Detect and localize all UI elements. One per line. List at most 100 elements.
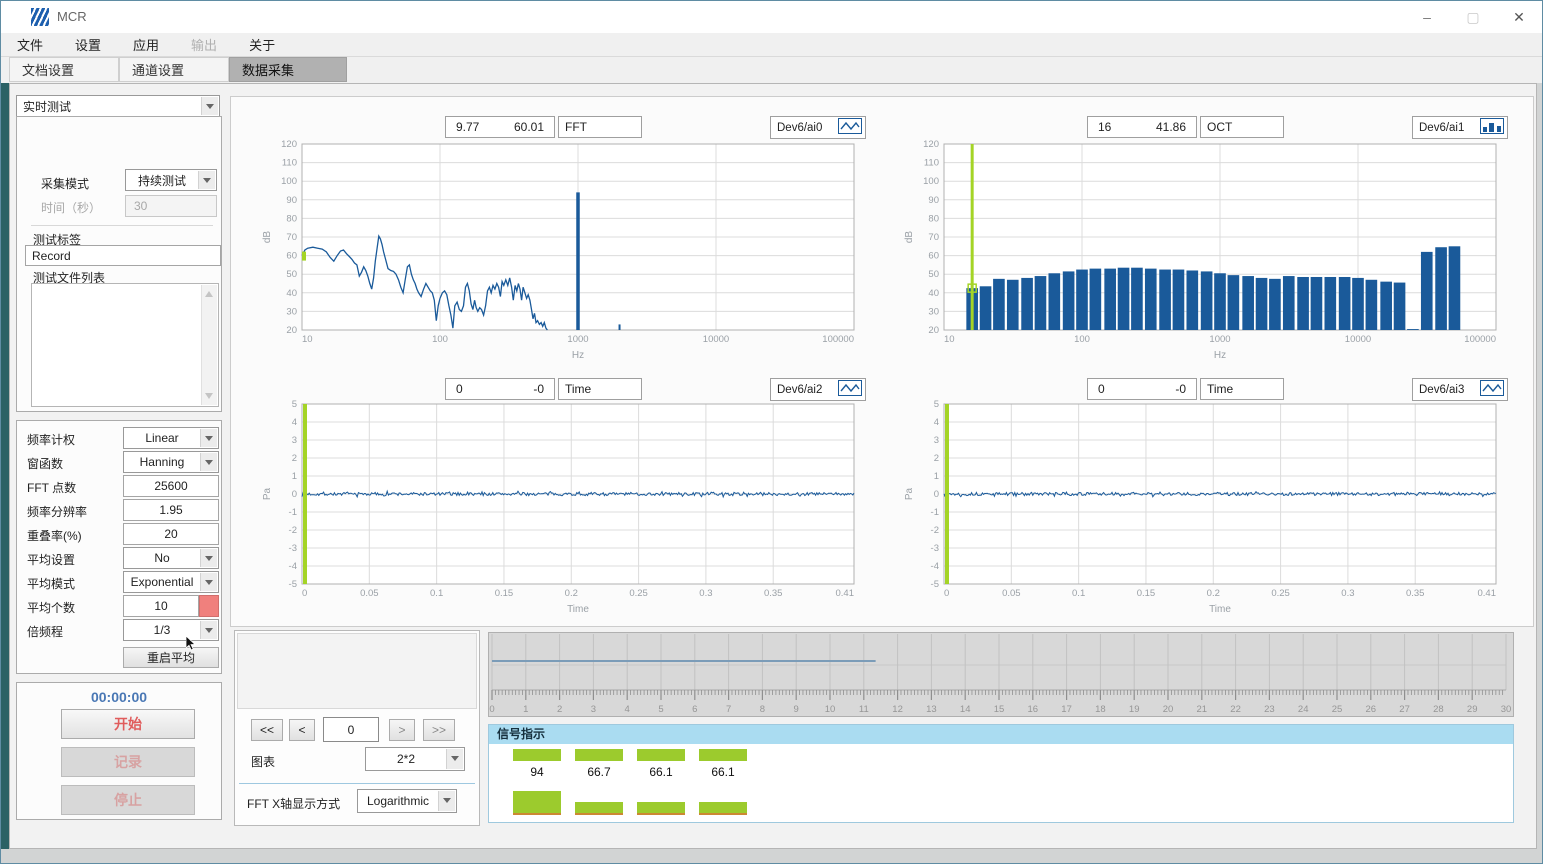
svg-text:10: 10 [302, 334, 313, 345]
test-tag-input[interactable]: Record [25, 245, 221, 266]
svg-text:Pa: Pa [262, 487, 273, 500]
menu-item[interactable]: 文件 [17, 35, 43, 54]
svg-text:-3: -3 [931, 543, 939, 554]
octave-chart-panel: 1641.86 OCT Dev6/ai1 2030405060708090100… [874, 112, 1524, 370]
param-input[interactable]: 1.95 [123, 499, 219, 521]
chevron-down-icon[interactable] [201, 97, 218, 115]
param-select[interactable]: 1/3 [123, 619, 219, 641]
acq-mode-select[interactable]: 持续测试 [125, 169, 217, 191]
test-file-list[interactable] [31, 283, 219, 407]
preview-box [237, 633, 477, 709]
param-label: 频率分辨率 [27, 503, 87, 520]
last-page-button[interactable]: >> [423, 719, 455, 741]
maximize-button[interactable]: ▢ [1450, 1, 1496, 33]
chart-type-field[interactable]: FFT [558, 116, 642, 138]
fft-axis-mode-select[interactable]: Logarithmic [357, 789, 457, 813]
svg-text:5: 5 [658, 704, 663, 715]
tab[interactable]: 通道设置 [119, 57, 229, 82]
svg-text:10000: 10000 [703, 334, 729, 345]
svg-text:100000: 100000 [1464, 334, 1496, 345]
chart-type-field[interactable]: Time [558, 378, 642, 400]
acq-time-input[interactable]: 30 [125, 195, 217, 217]
svg-text:1000: 1000 [1209, 334, 1230, 345]
chevron-down-icon[interactable] [200, 549, 217, 567]
tab[interactable]: 数据采集 [229, 57, 347, 82]
chevron-down-icon[interactable] [446, 749, 463, 769]
scroll-down-icon[interactable] [205, 393, 213, 399]
scrollbar[interactable] [201, 285, 217, 405]
svg-text:-1: -1 [289, 507, 297, 518]
prev-page-button[interactable]: < [289, 719, 315, 741]
chart-type-field[interactable]: Time [1200, 378, 1284, 400]
svg-text:30: 30 [1501, 704, 1512, 715]
svg-text:0.35: 0.35 [764, 588, 783, 599]
scroll-up-icon[interactable] [205, 291, 213, 297]
octave-plot[interactable]: 2030405060708090100110120101001000100001… [874, 138, 1524, 363]
first-page-button[interactable]: << [251, 719, 283, 741]
param-select[interactable]: Exponential [123, 571, 219, 593]
record-button[interactable]: 记录 [61, 747, 195, 777]
chart-layout-select[interactable]: 2*2 [365, 747, 465, 771]
svg-text:16: 16 [1028, 704, 1039, 715]
svg-text:50: 50 [928, 269, 939, 280]
menu-item[interactable]: 输出 [191, 35, 217, 54]
param-input[interactable]: 20 [123, 523, 219, 545]
signal-lamp [699, 749, 747, 761]
menu-item[interactable]: 设置 [75, 35, 101, 54]
svg-text:0.05: 0.05 [1002, 588, 1021, 599]
param-select[interactable]: Hanning [123, 451, 219, 473]
chevron-down-icon[interactable] [200, 453, 217, 471]
svg-text:0.3: 0.3 [1341, 588, 1354, 599]
restart-average-button[interactable]: 重启平均 [123, 647, 219, 668]
stop-button[interactable]: 停止 [61, 785, 195, 815]
param-label: FFT 点数 [27, 479, 76, 496]
channel-selector[interactable]: Dev6/ai1 [1412, 116, 1508, 139]
menu-item[interactable]: 应用 [133, 35, 159, 54]
svg-text:60: 60 [928, 251, 939, 262]
svg-text:29: 29 [1467, 704, 1478, 715]
chevron-down-icon[interactable] [200, 621, 217, 639]
svg-text:0.3: 0.3 [699, 588, 712, 599]
chart-layout-label: 图表 [251, 753, 275, 770]
time-plot[interactable]: -5-4-3-2-101234500.050.10.150.20.250.30.… [232, 400, 882, 620]
svg-text:40: 40 [928, 288, 939, 299]
chevron-down-icon[interactable] [438, 791, 455, 811]
channel-selector[interactable]: Dev6/ai0 [770, 116, 866, 139]
svg-text:110: 110 [282, 158, 297, 169]
svg-text:3: 3 [591, 704, 596, 715]
test-mode-select[interactable]: 实时测试 [16, 95, 220, 117]
param-select[interactable]: No [123, 547, 219, 569]
svg-text:60: 60 [286, 251, 297, 262]
svg-text:11: 11 [859, 704, 869, 715]
svg-text:20: 20 [928, 325, 939, 336]
param-input[interactable]: 10 [123, 595, 199, 617]
app-window: MCR – ▢ ✕ 文件设置应用输出关于 文档设置通道设置数据采集 实时测试 采… [0, 0, 1543, 864]
fft-plot[interactable]: 2030405060708090100110120101001000100001… [232, 138, 882, 363]
channel-selector[interactable]: Dev6/ai3 [1412, 378, 1508, 401]
param-input[interactable]: 25600 [123, 475, 219, 497]
svg-text:23: 23 [1264, 704, 1275, 715]
minimize-button[interactable]: – [1404, 1, 1450, 33]
chevron-down-icon[interactable] [198, 171, 215, 189]
chart-type-field[interactable]: OCT [1200, 116, 1284, 138]
chevron-down-icon[interactable] [200, 429, 217, 447]
page-number-input[interactable]: 0 [323, 717, 379, 742]
record-timeline[interactable]: 0123456789101112131415161718192021222324… [488, 632, 1514, 718]
start-button[interactable]: 开始 [61, 709, 195, 739]
time-plot[interactable]: -5-4-3-2-101234500.050.10.150.20.250.30.… [874, 400, 1524, 620]
tab[interactable]: 文档设置 [9, 57, 119, 82]
svg-text:70: 70 [286, 232, 297, 243]
close-button[interactable]: ✕ [1496, 1, 1542, 33]
next-page-button[interactable]: > [389, 719, 415, 741]
svg-text:2: 2 [557, 704, 562, 715]
svg-text:30: 30 [928, 306, 939, 317]
svg-text:dB: dB [262, 231, 273, 244]
svg-text:26: 26 [1366, 704, 1377, 715]
chevron-down-icon[interactable] [200, 573, 217, 591]
svg-text:10: 10 [944, 334, 955, 345]
menu-item[interactable]: 关于 [249, 35, 275, 54]
channel-selector[interactable]: Dev6/ai2 [770, 378, 866, 401]
signal-meter [575, 802, 623, 815]
svg-text:-2: -2 [931, 525, 939, 536]
param-select[interactable]: Linear [123, 427, 219, 449]
